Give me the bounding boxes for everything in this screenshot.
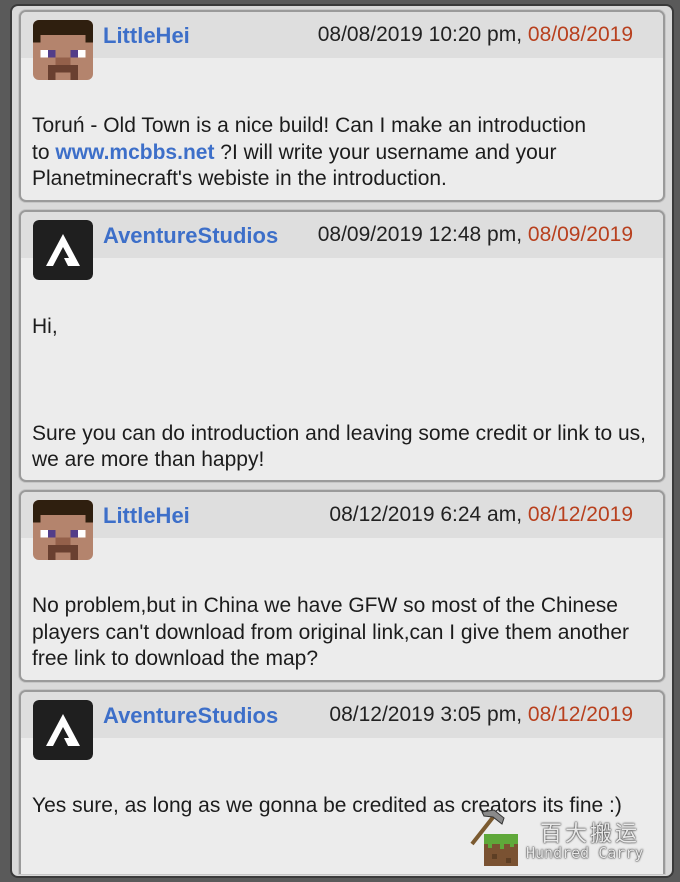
- post-date: 08/09/2019 12:48 pm: [317, 223, 517, 246]
- post-date: 08/12/2019 3:05 pm: [329, 703, 517, 726]
- username-link[interactable]: AventureStudios: [103, 703, 278, 729]
- username-link[interactable]: AventureStudios: [103, 223, 278, 249]
- date-separator: ,: [516, 703, 528, 726]
- edit-date: 08/12/2019: [527, 503, 633, 526]
- hundred-carry-watermark: 百大搬运 Hundred Carry: [466, 808, 666, 868]
- watermark-english-text: Hundred Carry: [526, 844, 644, 862]
- comment-text: to: [32, 140, 56, 164]
- comment-text: Sure you can do introduction and leaving…: [32, 421, 647, 472]
- post-date: 08/12/2019 6:24 am: [329, 503, 517, 526]
- edit-date: 08/12/2019: [527, 703, 633, 726]
- username-link[interactable]: LittleHei: [103, 23, 190, 49]
- comment-line: to www.mcbbs.net ?I will write your user…: [32, 140, 651, 167]
- post-timestamp: 08/12/2019 6:24 am, 08/12/2019: [329, 503, 633, 527]
- post-timestamp: 08/12/2019 3:05 pm, 08/12/2019: [329, 703, 633, 727]
- date-separator: ,: [516, 23, 528, 46]
- edit-date: 08/08/2019: [527, 23, 633, 46]
- steve-avatar[interactable]: [33, 500, 93, 560]
- username-link[interactable]: LittleHei: [103, 503, 190, 529]
- post-timestamp: 08/09/2019 12:48 pm, 08/09/2019: [318, 223, 633, 247]
- aventure-studios-avatar[interactable]: [33, 220, 93, 280]
- comment-body: No problem,but in China we have GFW so m…: [32, 593, 651, 673]
- post-date: 08/08/2019 10:20 pm: [317, 23, 517, 46]
- comment-text: No problem,but in China we have GFW so m…: [32, 594, 629, 670]
- mcbbs-link[interactable]: www.mcbbs.net: [55, 141, 214, 164]
- comment-line: Toruń - Old Town is a nice build! Can I …: [32, 114, 587, 137]
- aventure-studios-avatar[interactable]: [33, 700, 93, 760]
- comment-post: AventureStudios 08/09/2019 12:48 pm, 08/…: [19, 210, 665, 482]
- comment-post: LittleHei 08/08/2019 10:20 pm, 08/08/201…: [19, 10, 665, 202]
- date-separator: ,: [516, 503, 528, 526]
- comment-line: Planetminecraft's webiste in the introdu…: [32, 167, 447, 190]
- comment-body: Toruń - Old Town is a nice build! Can I …: [32, 113, 651, 193]
- post-timestamp: 08/08/2019 10:20 pm, 08/08/2019: [318, 23, 633, 47]
- comment-text: ?I will write your username and your: [214, 140, 557, 164]
- comment-greeting: Hi,: [32, 315, 58, 338]
- edit-date: 08/09/2019: [527, 223, 633, 246]
- date-separator: ,: [516, 223, 528, 246]
- comment-post: LittleHei 08/12/2019 6:24 am, 08/12/2019…: [19, 490, 665, 682]
- comment-body: Hi, Sure you can do introduction and lea…: [32, 314, 651, 474]
- steve-avatar[interactable]: [33, 20, 93, 80]
